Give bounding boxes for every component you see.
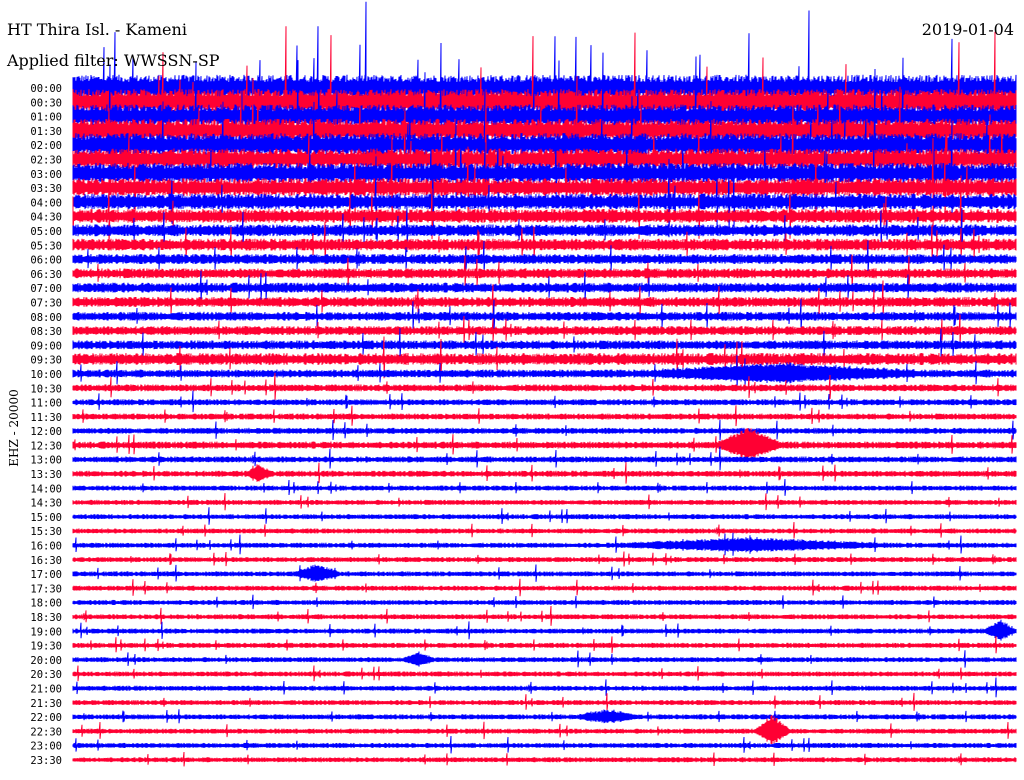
trace-line	[72, 650, 1017, 668]
time-tick-label: 10:00	[30, 369, 62, 381]
time-tick-label: 02:30	[30, 154, 62, 166]
time-tick-label: 01:30	[30, 126, 62, 138]
time-tick-label: 21:00	[30, 684, 62, 696]
time-tick-label: 14:30	[30, 498, 62, 510]
time-tick-label: 08:00	[30, 312, 62, 324]
trace-line	[72, 692, 1017, 711]
time-tick-label: 23:00	[30, 741, 62, 753]
time-tick-label: 03:30	[30, 183, 62, 195]
time-tick-label: 07:30	[30, 297, 62, 309]
trace-line	[72, 551, 1017, 567]
trace-line	[72, 493, 1017, 511]
time-tick-label: 15:30	[30, 526, 62, 538]
time-tick-label: 10:30	[30, 383, 62, 395]
time-tick-label: 11:00	[30, 398, 62, 410]
time-tick-label: 16:30	[30, 555, 62, 567]
time-tick-label: 18:30	[30, 612, 62, 624]
time-tick-label: 17:00	[30, 569, 62, 581]
time-tick-label: 13:00	[30, 455, 62, 467]
time-tick-label: 14:00	[30, 483, 62, 495]
trace-line	[72, 635, 1017, 654]
trace-line	[72, 751, 1017, 767]
time-tick-label: 23:30	[30, 755, 62, 767]
time-tick-label: 20:30	[30, 669, 62, 681]
trace-line	[72, 677, 1017, 698]
helicorder-plot: 00:00 00:30 01:00 01:30 02:00 02:30 03:00 03:30…	[30, 1, 1017, 767]
time-tick-label: 03:00	[30, 169, 62, 181]
time-tick-label: 08:30	[30, 326, 62, 338]
time-tick-label: 04:30	[30, 212, 62, 224]
time-tick-label: 07:00	[30, 283, 62, 295]
trace-line	[72, 605, 1017, 626]
time-tick-label: 12:30	[30, 440, 62, 452]
time-tick-label: 06:00	[30, 255, 62, 267]
time-tick-label: 15:00	[30, 512, 62, 524]
trace-line	[72, 715, 1017, 745]
time-tick-label: 05:00	[30, 226, 62, 238]
trace-line	[72, 619, 1017, 641]
time-tick-label: 21:30	[30, 698, 62, 710]
trace-line	[72, 446, 1017, 471]
time-tick-label: 19:00	[30, 626, 62, 638]
trace-line	[72, 578, 1017, 597]
trace-line	[72, 462, 1017, 484]
time-tick-label: 22:00	[30, 712, 62, 724]
time-tick-label: 01:00	[30, 112, 62, 124]
trace-line	[72, 405, 1017, 427]
time-tick-label: 11:30	[30, 412, 62, 424]
trace-line	[72, 479, 1017, 496]
trace-line	[72, 522, 1017, 539]
trace-line	[72, 564, 1017, 582]
station-title: HT Thira Isl. - Kameni	[7, 20, 187, 39]
date-label: 2019-01-04	[921, 20, 1014, 39]
time-tick-label: 13:30	[30, 469, 62, 481]
time-tick-label: 20:00	[30, 655, 62, 667]
trace-line	[72, 507, 1017, 525]
time-tick-label: 09:00	[30, 340, 62, 352]
trace-line	[72, 419, 1017, 441]
trace-line	[72, 390, 1017, 413]
time-tick-label: 00:00	[30, 83, 62, 95]
time-tick-label: 02:00	[30, 140, 62, 152]
filter-label: Applied filter: WWSSN-SP	[7, 51, 220, 70]
time-tick-label: 05:30	[30, 240, 62, 252]
time-tick-label: 18:00	[30, 598, 62, 610]
trace-line	[72, 709, 1017, 724]
time-tick-label: 04:00	[30, 197, 62, 209]
trace-line	[72, 665, 1017, 682]
time-tick-label: 00:30	[30, 97, 62, 109]
time-tick-label: 06:30	[30, 269, 62, 281]
time-tick-label: 19:30	[30, 641, 62, 653]
time-tick-label: 16:00	[30, 541, 62, 553]
trace-line	[72, 532, 1017, 556]
trace-line	[72, 735, 1017, 754]
trace-line	[72, 594, 1017, 610]
time-tick-label: 12:00	[30, 426, 62, 438]
time-tick-label: 22:30	[30, 726, 62, 738]
time-tick-label: 17:30	[30, 583, 62, 595]
time-tick-label: 09:30	[30, 355, 62, 367]
